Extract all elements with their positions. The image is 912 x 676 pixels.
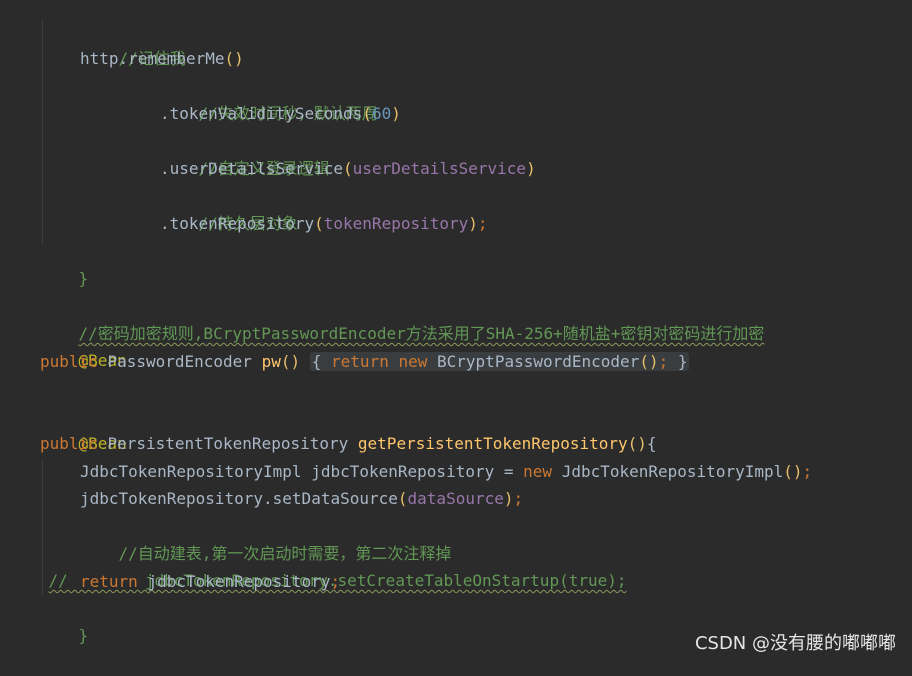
code-token: () <box>627 434 647 453</box>
code-token: ; <box>477 214 488 233</box>
closing-brace: } <box>78 269 89 288</box>
keyword: new <box>523 462 553 481</box>
type-name: JdbcTokenRepositoryImpl <box>561 462 784 481</box>
code-token: ; <box>802 462 813 481</box>
code-line: @Bean <box>40 320 127 370</box>
type-name: PersistentTokenRepository <box>107 434 349 453</box>
type-name: JdbcTokenRepositoryImpl <box>80 462 302 481</box>
code-line: jdbcTokenRepository.setDataSource(dataSo… <box>80 485 523 512</box>
field-ref: tokenRepository <box>323 214 469 233</box>
code-token: { <box>646 434 657 453</box>
code-line: //自定义登录逻辑 <box>160 128 330 178</box>
code-line: http.rememberMe() <box>80 45 244 72</box>
code-line: .userDetailsService(userDetailsService) <box>160 155 536 182</box>
variable: jdbcTokenRepository <box>147 572 331 591</box>
code-token: ( <box>362 104 372 123</box>
code-token: () <box>639 352 659 371</box>
code-token: ) <box>468 214 478 233</box>
type-name: BCryptPasswordEncoder <box>437 352 640 371</box>
code-line: // jdbcTokenRepository.setCreateTableOnS… <box>10 540 627 590</box>
code-line: JdbcTokenRepositoryImpl jdbcTokenReposit… <box>80 458 812 485</box>
code-line: //密码加密规则,BCryptPasswordEncoder方法采用了SHA-2… <box>40 293 765 343</box>
keyword: return <box>331 352 389 371</box>
method-name: pw <box>261 352 281 371</box>
folded-block[interactable]: { return new BCryptPasswordEncoder(); } <box>309 352 690 371</box>
code-token: ( <box>343 159 353 178</box>
number-literal: 60 <box>371 104 392 123</box>
code-editor[interactable]: //记住我 http.rememberMe() //失效时间秒，默认两周 .to… <box>0 0 912 663</box>
method-call: rememberMe <box>128 49 225 68</box>
code-token: ; <box>658 352 669 371</box>
code-token: () <box>783 462 803 481</box>
code-line: } <box>40 238 89 288</box>
keyword: return <box>80 572 138 591</box>
watermark: CSDN @没有腰的嘟嘟嘟 <box>694 633 896 654</box>
method-name: getPersistentTokenRepository <box>357 434 628 453</box>
code-line: public PersistentTokenRepository getPers… <box>40 430 657 457</box>
keyword: new <box>398 352 428 371</box>
code-line: //自动建表,第一次启动时需要，第二次注释掉 <box>80 513 452 563</box>
code-token: = <box>494 462 524 481</box>
method-call: .userDetailsService <box>160 159 344 178</box>
type-name: PasswordEncoder <box>107 352 252 371</box>
method-call: .tokenRepository <box>160 214 315 233</box>
code-line: return jdbcTokenRepository; <box>80 568 340 595</box>
code-token: () <box>280 352 301 371</box>
code-line: } <box>40 595 89 645</box>
keyword: public <box>40 352 98 371</box>
code-token: () <box>224 49 244 68</box>
code-token: ; <box>513 489 524 508</box>
variable: jdbcTokenRepository <box>311 462 495 481</box>
code-token: ) <box>526 159 536 178</box>
method-call: .tokenValiditySeconds <box>160 104 363 123</box>
code-line: .tokenValiditySeconds(60) <box>160 100 401 127</box>
code-line: //失效时间秒，默认两周 <box>160 73 378 123</box>
code-line: @Bean <box>40 403 127 453</box>
code-line: .tokenRepository(tokenRepository); <box>160 210 488 237</box>
code-token: } <box>668 352 688 371</box>
code-line: //记住我 <box>80 18 186 68</box>
field-ref: dataSource <box>407 489 504 508</box>
closing-brace: } <box>78 626 89 645</box>
code-token: ) <box>503 489 514 508</box>
code-token: ) <box>391 104 401 123</box>
method-call: jdbcTokenRepository.setDataSource <box>80 489 398 508</box>
code-token: { <box>311 352 322 371</box>
comment: //密码加密规则,BCryptPasswordEncoder方法采用了SHA-2… <box>78 324 765 343</box>
code-token: ( <box>314 214 324 233</box>
code-token: ( <box>397 489 408 508</box>
field-ref: userDetailsService <box>352 159 527 178</box>
code-token: ; <box>330 572 341 591</box>
code-token: http. <box>80 49 129 68</box>
indent-guide <box>42 20 43 245</box>
keyword: public <box>40 434 98 453</box>
code-line: public PasswordEncoder pw() { return new… <box>40 348 690 375</box>
code-line: //持久层对象 <box>160 183 298 233</box>
